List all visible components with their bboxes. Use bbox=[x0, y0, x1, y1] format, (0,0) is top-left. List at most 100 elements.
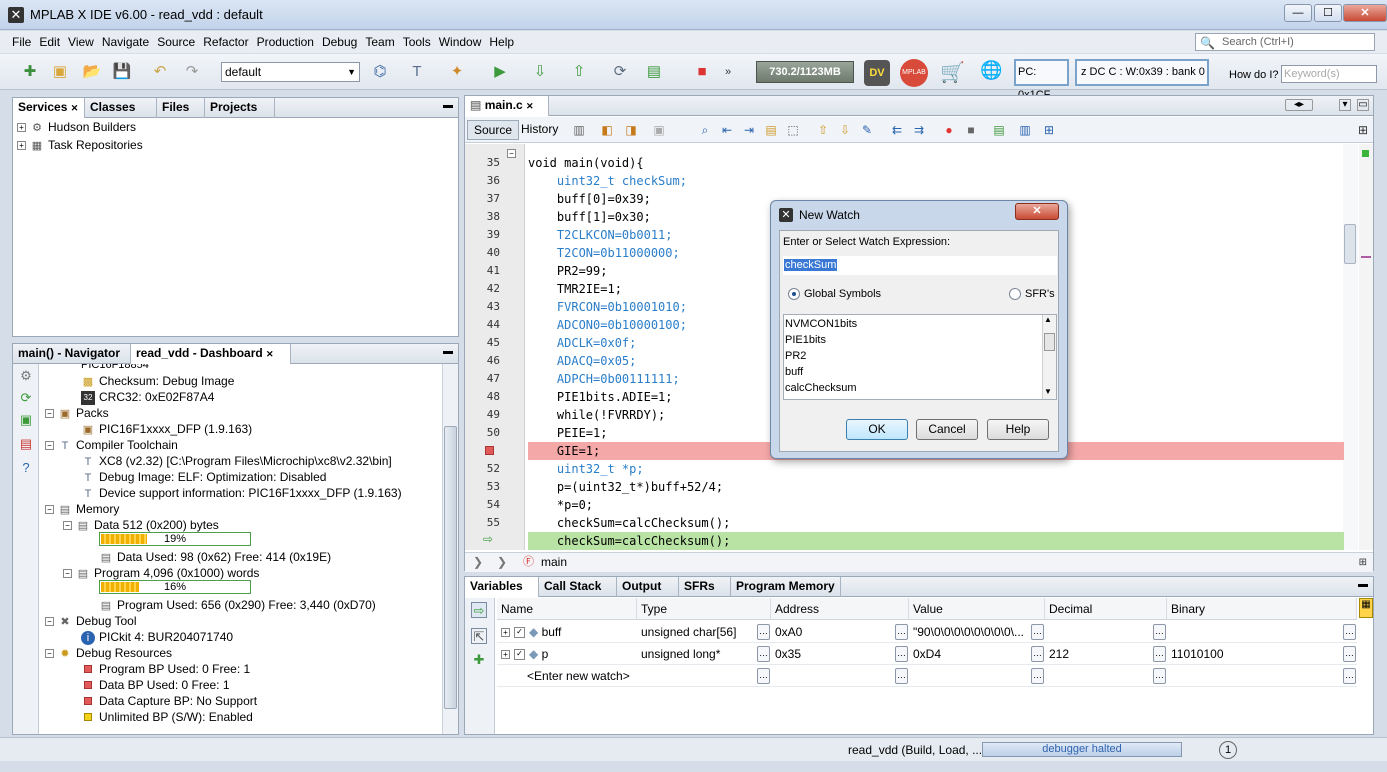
tab-output[interactable]: Output bbox=[617, 577, 679, 597]
code-line[interactable]: void main(void){ bbox=[528, 154, 1344, 172]
column-decimal[interactable]: Decimal bbox=[1045, 598, 1167, 620]
checkbox-icon[interactable]: ✓ bbox=[514, 627, 525, 639]
help-icon[interactable]: ? bbox=[18, 460, 34, 476]
menu-view[interactable]: View bbox=[64, 31, 98, 53]
document-icon[interactable]: ▤ bbox=[18, 436, 34, 452]
column-address[interactable]: Address bbox=[771, 598, 909, 620]
ellipsis-button[interactable]: … bbox=[1153, 624, 1166, 640]
list-scrollbar[interactable]: ▲ ▼ bbox=[1042, 315, 1056, 399]
read-device-icon[interactable]: ⇧ bbox=[567, 60, 591, 84]
expand-icon[interactable]: + bbox=[17, 123, 26, 133]
column-value[interactable]: Value bbox=[909, 598, 1045, 620]
cart-icon[interactable]: 🛒 bbox=[940, 60, 965, 85]
close-icon[interactable]: ✕ bbox=[266, 349, 274, 359]
code-line[interactable]: p=(uint32_t*)buff+52/4; bbox=[528, 478, 1344, 496]
code-scrollbar[interactable] bbox=[1343, 144, 1358, 550]
src-icon[interactable]: ⌬ bbox=[368, 60, 392, 84]
shift-right-icon[interactable]: ⇉ bbox=[911, 122, 927, 138]
source-view-button[interactable]: Source bbox=[467, 120, 520, 140]
dv-icon[interactable]: DV bbox=[864, 60, 890, 86]
tree-item-hudson[interactable]: + ⚙ Hudson Builders bbox=[17, 118, 136, 136]
hold-reset-icon[interactable]: ⟳ bbox=[608, 60, 632, 84]
ellipsis-button[interactable]: … bbox=[1031, 624, 1044, 640]
collapse-icon[interactable]: − bbox=[45, 505, 54, 515]
ok-button[interactable]: OK bbox=[846, 419, 908, 440]
shift-left-icon[interactable]: ⇇ bbox=[889, 122, 905, 138]
checkbox-icon[interactable]: ✓ bbox=[514, 649, 525, 661]
format-icon[interactable]: ⊞ bbox=[1041, 122, 1057, 138]
tab-dashboard[interactable]: read_vdd - Dashboard ✕ bbox=[131, 344, 291, 364]
toggle-highlight-icon[interactable]: ▤ bbox=[763, 122, 779, 138]
split-icon[interactable]: ⊞ bbox=[1359, 553, 1367, 572]
ellipsis-button[interactable]: … bbox=[1031, 646, 1044, 662]
ellipsis-button[interactable]: … bbox=[1031, 668, 1044, 684]
undo-icon[interactable]: ↶ bbox=[148, 60, 172, 84]
search-input[interactable]: 🔍 Search (Ctrl+I) bbox=[1195, 33, 1375, 51]
ellipsis-button[interactable]: … bbox=[1343, 668, 1356, 684]
configuration-select[interactable]: default ▼ bbox=[221, 62, 360, 82]
previous-bookmark-icon[interactable]: ⇧ bbox=[815, 122, 831, 138]
minimize-button[interactable]: — bbox=[1284, 4, 1312, 22]
ellipsis-button[interactable]: … bbox=[895, 624, 908, 640]
back-icon[interactable]: ◧ bbox=[599, 122, 615, 138]
menu-file[interactable]: File bbox=[8, 31, 35, 53]
var-binary[interactable]: 11010100 bbox=[1167, 643, 1339, 665]
chevron-left-icon[interactable]: ❯ bbox=[473, 553, 483, 572]
list-item[interactable]: buff bbox=[785, 364, 803, 380]
properties-icon[interactable]: ⚙ bbox=[18, 368, 34, 384]
menu-help[interactable]: Help bbox=[485, 31, 518, 53]
more-chevron-icon[interactable]: » bbox=[716, 60, 740, 84]
collapse-icon[interactable]: − bbox=[63, 521, 72, 531]
ellipsis-button[interactable]: … bbox=[1343, 646, 1356, 662]
build-hammer-icon[interactable]: T bbox=[405, 60, 429, 84]
scrollbar-thumb[interactable] bbox=[444, 426, 457, 709]
collapse-icon[interactable]: − bbox=[45, 649, 54, 659]
watch-expression-input[interactable]: checkSum bbox=[783, 256, 1057, 275]
split-editor-icon[interactable]: ⊞ bbox=[1355, 122, 1371, 138]
code-line[interactable]: *p=0; bbox=[528, 496, 1344, 514]
history-view-button[interactable]: History bbox=[515, 120, 564, 140]
expand-icon[interactable]: + bbox=[501, 650, 510, 660]
column-type[interactable]: Type bbox=[637, 598, 771, 620]
ellipsis-button[interactable]: … bbox=[1153, 646, 1166, 662]
minimize-panel-icon[interactable]: ▬ bbox=[442, 101, 454, 113]
chip-icon[interactable]: ▣ bbox=[18, 412, 34, 428]
var-address[interactable]: 0xA0 bbox=[771, 621, 895, 643]
tab-classes[interactable]: Classes bbox=[85, 98, 157, 118]
column-chooser-icon[interactable]: ▦ bbox=[1359, 598, 1373, 618]
breakpoint-icon[interactable] bbox=[485, 446, 494, 455]
enter-new-watch[interactable]: <Enter new watch> bbox=[523, 665, 637, 687]
global-symbols-radio[interactable]: Global Symbols bbox=[788, 288, 881, 301]
refresh-icon[interactable]: ⟳ bbox=[18, 390, 34, 406]
tab-program-memory[interactable]: Program Memory bbox=[731, 577, 841, 597]
tab-projects[interactable]: Projects bbox=[205, 98, 275, 118]
toggle-bookmark-icon[interactable]: ✎ bbox=[859, 122, 875, 138]
table-row[interactable]: + ✓ ◆ p unsigned long* … 0x35 … 0xD4 … 212… bbox=[497, 643, 1357, 665]
chevron-up-icon[interactable]: ▲ bbox=[1044, 315, 1052, 324]
chevron-down-icon[interactable]: ▼ bbox=[1044, 387, 1052, 396]
maximize-panel-icon[interactable]: ▭ bbox=[1357, 99, 1369, 111]
dialog-close-button[interactable]: ✕ bbox=[1015, 203, 1059, 220]
breadcrumb-main[interactable]: main bbox=[541, 553, 567, 572]
minimize-panel-icon[interactable]: ▬ bbox=[442, 347, 454, 359]
maximize-button[interactable]: ☐ bbox=[1314, 4, 1342, 22]
tab-navigator[interactable]: main() - Navigator bbox=[13, 344, 131, 364]
selection-icon[interactable]: ⬚ bbox=[785, 122, 801, 138]
close-button[interactable]: ✕ bbox=[1343, 4, 1387, 22]
tab-scroll-arrows-icon[interactable]: ◂▸ bbox=[1285, 99, 1313, 111]
bookmark-icon[interactable]: ▣ bbox=[651, 122, 667, 138]
comment-icon[interactable]: ▤ bbox=[991, 122, 1007, 138]
make-program-icon[interactable]: ⇩ bbox=[528, 60, 552, 84]
watch-icon[interactable]: ⇨ bbox=[471, 602, 487, 618]
expand-icon[interactable]: + bbox=[501, 628, 510, 638]
notifications-icon[interactable]: 1 bbox=[1219, 741, 1237, 759]
list-item[interactable]: PR2 bbox=[785, 348, 806, 364]
var-binary[interactable] bbox=[1167, 621, 1339, 643]
tab-sfrs[interactable]: SFRs bbox=[679, 577, 731, 597]
scrollbar-thumb[interactable] bbox=[1044, 333, 1055, 351]
last-edit-icon[interactable]: ▥ bbox=[571, 122, 587, 138]
new-watch-icon[interactable]: ✚ bbox=[471, 652, 487, 668]
ellipsis-button[interactable]: … bbox=[1343, 624, 1356, 640]
tab-main-c[interactable]: ▤ main.c ✕ bbox=[465, 96, 549, 116]
redo-icon[interactable]: ↷ bbox=[180, 60, 204, 84]
